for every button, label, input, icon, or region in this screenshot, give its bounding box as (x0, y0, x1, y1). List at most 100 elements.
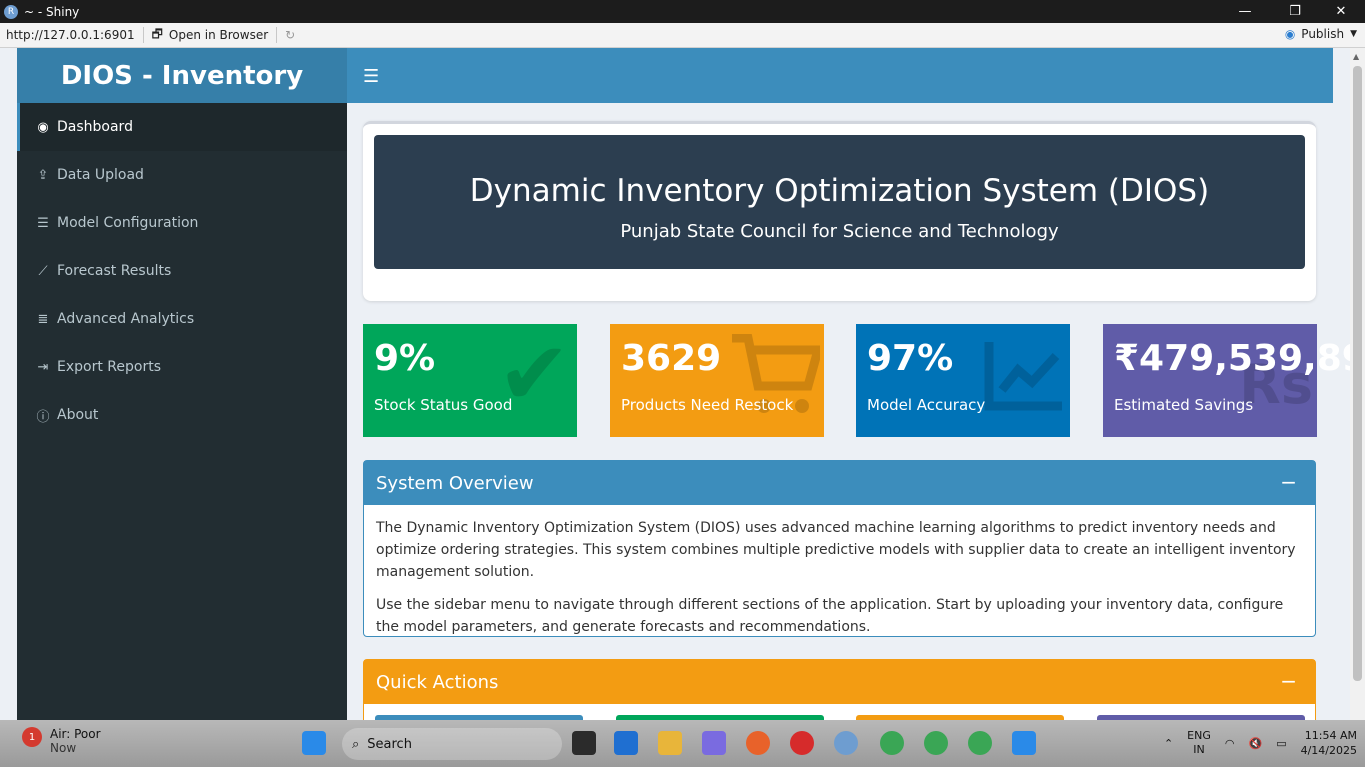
chrome-icon[interactable] (924, 731, 948, 755)
maximize-button[interactable]: ❐ (1272, 0, 1318, 23)
language-code: ENG (1187, 729, 1211, 742)
shiny-app: DIOS - Inventory ☰ ◉ Dashboard ⇪ Data Up… (17, 48, 1350, 720)
quick-actions-panel: Quick Actions − (363, 659, 1316, 720)
sidebar-item-forecast-results[interactable]: ⟋ Forecast Results (17, 247, 347, 295)
open-in-browser-button[interactable]: 🗗 Open in Browser (152, 25, 269, 46)
top-navbar: ☰ (347, 48, 1333, 103)
window-titlebar: R ~ - Shiny — ❐ ✕ (0, 0, 1365, 23)
rstudio-icon[interactable] (834, 731, 858, 755)
file-explorer-icon[interactable] (658, 731, 682, 755)
sidebar-item-data-upload[interactable]: ⇪ Data Upload (17, 151, 347, 199)
sidebar-item-about[interactable]: ⓘ About (17, 391, 347, 439)
sidebar-item-dashboard[interactable]: ◉ Dashboard (17, 103, 347, 151)
chevron-down-icon: ▼ (1350, 29, 1357, 39)
url-text[interactable]: http://127.0.0.1:6901 (6, 28, 135, 42)
header-box: Dynamic Inventory Optimization System (D… (363, 121, 1316, 301)
divider (276, 27, 278, 43)
weather-time: Now (50, 741, 77, 755)
system-tray: ⌃ ENG IN ◠ 🔇 ▭ 11:54 AM 4/14/2025 (1164, 728, 1357, 758)
value-box-label: Model Accuracy (867, 396, 986, 414)
sidebar-item-advanced-analytics[interactable]: ≣ Advanced Analytics (17, 295, 347, 343)
clock[interactable]: 11:54 AM 4/14/2025 (1301, 728, 1357, 758)
value-box-stock-status: 9% Stock Status Good ✔ (363, 324, 577, 437)
shopping-cart-icon (730, 333, 824, 429)
app-logo[interactable]: DIOS - Inventory (17, 48, 347, 103)
overview-paragraph: The Dynamic Inventory Optimization Syste… (376, 520, 1296, 580)
wifi-icon[interactable]: ◠ (1225, 737, 1235, 750)
page-title: Dynamic Inventory Optimization System (D… (469, 173, 1210, 209)
language-indicator[interactable]: ENG IN (1187, 729, 1211, 757)
chevron-up-icon[interactable]: ⌃ (1164, 737, 1173, 750)
viewer-toolbar: http://127.0.0.1:6901 🗗 Open in Browser … (0, 23, 1365, 48)
collapse-button[interactable]: − (1280, 470, 1297, 494)
vertical-scrollbar[interactable]: ▲ (1350, 48, 1365, 720)
system-overview-panel: System Overview − The Dynamic Inventory … (363, 460, 1316, 637)
collapse-button[interactable]: − (1280, 669, 1297, 693)
battery-icon[interactable]: ▭ (1276, 737, 1286, 750)
browser-window-icon: 🗗 (151, 26, 163, 41)
hero-banner: Dynamic Inventory Optimization System (D… (374, 135, 1305, 269)
panel-header: Quick Actions − (364, 660, 1315, 704)
value-box-number: ₹479,539,89 (1114, 338, 1350, 379)
weather-widget[interactable]: 1 Air: Poor Now (22, 727, 101, 755)
sidebar-item-label: Export Reports (57, 359, 161, 375)
value-box-label: Estimated Savings (1114, 396, 1254, 414)
panel-title: System Overview (376, 472, 534, 494)
search-label: Search (367, 736, 412, 752)
publish-button[interactable]: ◉ Publish ▼ (1285, 27, 1357, 41)
task-view-icon[interactable] (572, 731, 596, 755)
sidebar-item-label: Dashboard (57, 119, 133, 135)
sidebar-toggle-icon[interactable]: ☰ (363, 66, 379, 87)
r-app-icon: R (4, 4, 18, 19)
line-chart-icon (984, 340, 1064, 425)
sidebar-item-model-configuration[interactable]: ☰ Model Configuration (17, 199, 347, 247)
weather-status: Air: Poor (50, 727, 101, 741)
store-icon[interactable] (614, 731, 638, 755)
value-box-label: Products Need Restock (621, 396, 794, 414)
clock-date: 4/14/2025 (1300, 744, 1357, 757)
minimize-button[interactable]: — (1222, 0, 1268, 23)
firefox-icon[interactable] (746, 731, 770, 755)
dashboard-icon: ◉ (37, 119, 49, 135)
export-icon: ⇥ (37, 359, 49, 375)
publish-label: Publish (1301, 27, 1345, 41)
search-icon: ⌕ (352, 736, 360, 752)
publish-icon: ◉ (1284, 27, 1296, 41)
sidebar-item-label: Advanced Analytics (57, 311, 195, 327)
panel-body: The Dynamic Inventory Optimization Syste… (364, 505, 1315, 650)
sliders-icon: ☰ (37, 215, 49, 231)
page-subtitle: Punjab State Council for Science and Tec… (620, 221, 1059, 242)
taskbar-search[interactable]: ⌕ Search (342, 728, 562, 760)
sidebar-item-label: Forecast Results (57, 263, 172, 279)
sidebar-item-export-reports[interactable]: ⇥ Export Reports (17, 343, 347, 391)
overview-paragraph: Use the sidebar menu to navigate through… (376, 597, 1284, 635)
value-box-accuracy: 97% Model Accuracy (856, 324, 1070, 437)
open-in-browser-label: Open in Browser (168, 28, 269, 42)
panel-title: Quick Actions (376, 671, 499, 693)
info-icon: ⓘ (36, 409, 50, 425)
copilot-icon[interactable] (702, 731, 726, 755)
value-box-number: 9% (374, 338, 436, 379)
sidebar: ◉ Dashboard ⇪ Data Upload ☰ Model Config… (17, 103, 347, 720)
panel-header: System Overview − (364, 461, 1315, 505)
bar-list-icon: ≣ (37, 311, 49, 327)
sidebar-item-label: About (57, 407, 99, 423)
speaker-muted-icon[interactable]: 🔇 (1248, 737, 1262, 750)
windows-start-icon[interactable] (302, 731, 326, 755)
upload-icon: ⇪ (37, 167, 49, 183)
close-button[interactable]: ✕ (1318, 0, 1364, 23)
value-box-number: 3629 (621, 338, 722, 379)
clock-time: 11:54 AM (1304, 729, 1357, 742)
window-title: ~ - Shiny (24, 4, 80, 19)
sidebar-item-label: Model Configuration (57, 215, 199, 231)
notepad-icon[interactable] (1012, 731, 1036, 755)
refresh-icon[interactable]: ↻ (285, 28, 295, 42)
chrome-icon[interactable] (968, 731, 992, 755)
scroll-up-arrow-icon[interactable]: ▲ (1353, 52, 1359, 61)
opera-icon[interactable] (790, 731, 814, 755)
chrome-icon[interactable] (880, 731, 904, 755)
value-box-number: 97% (867, 338, 954, 379)
value-box-restock: 3629 Products Need Restock (610, 324, 824, 437)
scrollbar-thumb[interactable] (1353, 66, 1362, 681)
divider (142, 27, 144, 43)
